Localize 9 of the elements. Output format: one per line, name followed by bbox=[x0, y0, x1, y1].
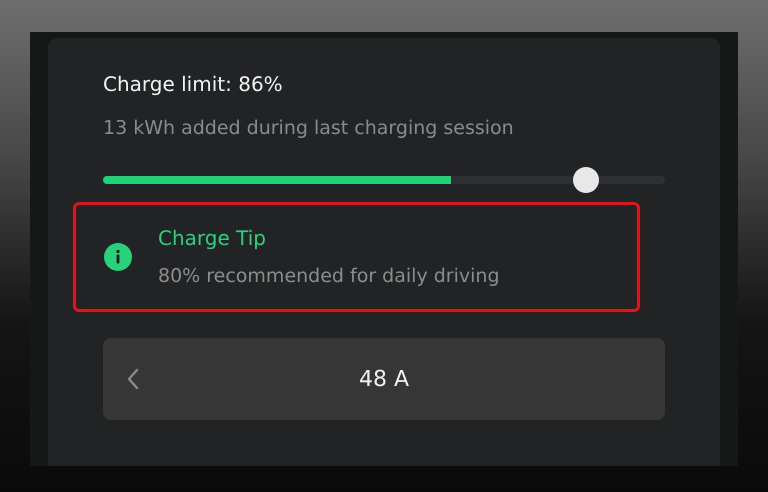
slider-thumb[interactable] bbox=[573, 167, 600, 193]
tip-title: Charge Tip bbox=[158, 225, 267, 252]
charge-limit-title: Charge limit: 86% bbox=[103, 71, 284, 98]
current-value: 48 A bbox=[358, 366, 410, 392]
chevron-left-icon bbox=[127, 368, 139, 390]
charge-limit-slider[interactable] bbox=[103, 167, 665, 193]
charge-session-text: 13 kWh added during last charging session bbox=[103, 116, 515, 141]
info-icon bbox=[104, 243, 132, 271]
tip-text: 80% recommended for daily driving bbox=[158, 264, 500, 289]
